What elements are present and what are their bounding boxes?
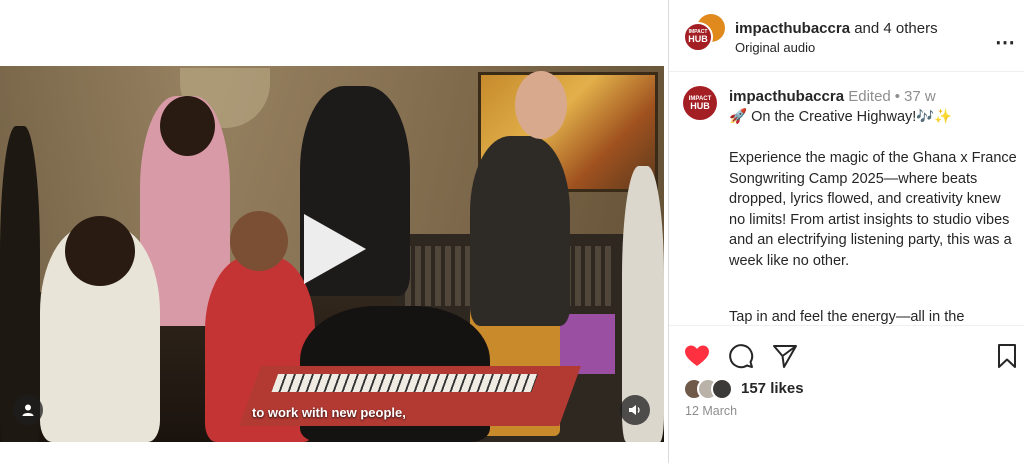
header-username[interactable]: impacthubaccra xyxy=(735,20,850,37)
mute-button[interactable] xyxy=(620,395,650,425)
audio-label[interactable]: Original audio xyxy=(735,40,815,55)
heart-icon xyxy=(685,345,709,366)
post-actions xyxy=(669,338,1024,374)
post-date: 12 March xyxy=(685,404,738,418)
more-icon: ⋯ xyxy=(995,32,1016,54)
caption-continuation: Tap in and feel the energy—all in the xyxy=(729,309,965,325)
share-button[interactable] xyxy=(771,342,799,370)
post-age: 37 w xyxy=(904,88,936,105)
liker-avatar[interactable] xyxy=(711,378,733,400)
bookmark-icon xyxy=(998,344,1016,368)
comment-button[interactable] xyxy=(727,342,755,370)
caption-username[interactable]: impacthubaccra xyxy=(729,88,844,105)
header-account-line: impacthubaccra and 4 others xyxy=(735,20,938,37)
send-icon xyxy=(773,345,797,368)
like-button[interactable] xyxy=(683,342,711,370)
header-collaborators[interactable]: and 4 others xyxy=(854,20,937,37)
avatar[interactable]: IMPACT HUB xyxy=(683,86,717,120)
tagged-users-button[interactable] xyxy=(13,395,43,425)
speaker-icon xyxy=(629,405,640,415)
video-player[interactable]: to work with new people, xyxy=(0,66,664,442)
edited-label: Edited xyxy=(848,88,891,105)
caption-area: IMPACT HUB impacthubaccra Edited • 37 w 🚀 … xyxy=(669,72,1024,326)
video-subtitle: to work with new people, xyxy=(252,405,406,420)
video-frame-person xyxy=(0,126,40,442)
likes-count[interactable]: 157 likes xyxy=(741,380,804,397)
keyboard-keys xyxy=(271,374,539,392)
post-header: IMPACT HUB impacthubaccra and 4 others O… xyxy=(669,0,1024,72)
avatar-text-big: HUB xyxy=(688,34,708,44)
likes-row: 157 likes xyxy=(683,376,1013,402)
caption-body: Experience the magic of the Ghana x Fran… xyxy=(729,150,1017,269)
comment-icon xyxy=(729,344,754,369)
media-pane: to work with new people, xyxy=(0,0,668,463)
video-frame-person-head xyxy=(160,96,215,156)
play-icon[interactable] xyxy=(304,214,366,284)
post-side-panel: IMPACT HUB impacthubaccra and 4 others O… xyxy=(668,0,1024,463)
user-icon xyxy=(22,404,34,416)
caption-headline: 🚀 On the Creative Highway!🎶✨ xyxy=(729,109,953,125)
video-frame-person-head xyxy=(515,71,567,139)
avatar[interactable]: IMPACT HUB xyxy=(683,22,713,52)
more-options-button[interactable]: ⋯ xyxy=(995,30,1016,55)
save-button[interactable] xyxy=(993,342,1021,370)
video-frame-person-head xyxy=(65,216,135,286)
caption-user-line: impacthubaccra Edited • 37 w xyxy=(729,88,936,105)
video-frame-person-head xyxy=(230,211,288,271)
avatar-text-big: HUB xyxy=(690,100,710,111)
separator-dot: • xyxy=(894,88,901,105)
video-frame-person xyxy=(470,136,570,326)
